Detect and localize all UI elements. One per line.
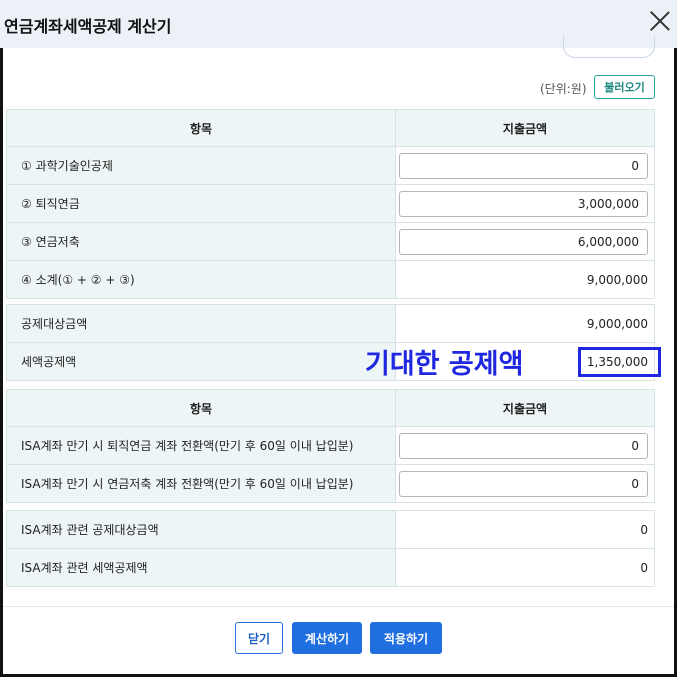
calculate-button[interactable]: 계산하기 [292, 622, 362, 654]
row-label-science-tech: ① 과학기술인공제 [6, 146, 396, 185]
close-icon[interactable] [649, 10, 671, 32]
table-row: ① 과학기술인공제 [6, 146, 655, 185]
dialog-title: 연금계좌세액공제 계산기 [4, 17, 172, 36]
row-value-cell [395, 426, 655, 465]
table-header-row: 항목 지출금액 [6, 109, 655, 147]
column-header-item: 항목 [6, 109, 396, 147]
table-row: ④ 소계(① + ② + ③) 9,000,000 [6, 260, 655, 299]
contribution-table: 항목 지출금액 ① 과학기술인공제 ② 퇴직연금 ③ 연금저축 ④ 소계(① +… [6, 109, 655, 299]
footer-divider [3, 606, 674, 607]
row-value-cell [395, 464, 655, 503]
isa-deductible-amount-value: 0 [395, 510, 655, 549]
table-row: ③ 연금저축 [6, 222, 655, 261]
annotation-expected-deduction: 기대한 공제액 [365, 349, 524, 380]
column-header-item: 항목 [6, 389, 396, 427]
table-row: ISA계좌 만기 시 연금저축 계좌 전환액(만기 후 60일 이내 납입분) [6, 464, 655, 503]
science-tech-amount-input[interactable] [399, 152, 648, 179]
pension-savings-amount-input[interactable] [399, 228, 648, 255]
row-label-isa-deductible-amount: ISA계좌 관련 공제대상금액 [6, 510, 396, 549]
table-row: 공제대상금액 9,000,000 [6, 304, 655, 343]
unit-label: (단위:원) [540, 82, 587, 96]
row-label-deductible-amount: 공제대상금액 [6, 304, 396, 343]
isa-retirement-transfer-input[interactable] [399, 432, 648, 459]
table-row: ISA계좌 만기 시 퇴직연금 계좌 전환액(만기 후 60일 이내 납입분) [6, 426, 655, 465]
load-button[interactable]: 불러오기 [594, 75, 655, 99]
isa-tax-credit-value: 0 [395, 548, 655, 587]
retirement-pension-amount-input[interactable] [399, 190, 648, 217]
row-label-pension-savings: ③ 연금저축 [6, 222, 396, 261]
row-value-cell [395, 222, 655, 261]
row-value-cell [395, 146, 655, 185]
table-header-row: 항목 지출금액 [6, 389, 655, 427]
annotation-highlight-box [578, 347, 661, 377]
row-label-subtotal: ④ 소계(① + ② + ③) [6, 260, 396, 299]
row-label-isa-pension-transfer: ISA계좌 만기 시 연금저축 계좌 전환액(만기 후 60일 이내 납입분) [6, 464, 396, 503]
apply-button[interactable]: 적용하기 [370, 622, 442, 654]
isa-summary-table: ISA계좌 관련 공제대상금액 0 ISA계좌 관련 세액공제액 0 [6, 510, 655, 587]
row-label-isa-retirement-transfer: ISA계좌 만기 시 퇴직연금 계좌 전환액(만기 후 60일 이내 납입분) [6, 426, 396, 465]
row-label-retirement-pension: ② 퇴직연금 [6, 184, 396, 223]
row-value-cell [395, 184, 655, 223]
scrolled-button-edge [563, 36, 655, 58]
table-row: ISA계좌 관련 세액공제액 0 [6, 548, 655, 587]
isa-pension-transfer-input[interactable] [399, 470, 648, 497]
table-row: ② 퇴직연금 [6, 184, 655, 223]
subtotal-value: 9,000,000 [395, 260, 655, 299]
column-header-amount: 지출금액 [395, 389, 655, 427]
row-label-isa-tax-credit: ISA계좌 관련 세액공제액 [6, 548, 396, 587]
close-button[interactable]: 닫기 [235, 622, 283, 654]
table-row: ISA계좌 관련 공제대상금액 0 [6, 510, 655, 549]
deductible-amount-value: 9,000,000 [395, 304, 655, 343]
isa-transfer-table: 항목 지출금액 ISA계좌 만기 시 퇴직연금 계좌 전환액(만기 후 60일 … [6, 389, 655, 503]
deduction-summary-table: 공제대상금액 9,000,000 세액공제액 1,350,000 [6, 304, 655, 381]
table-row: 세액공제액 1,350,000 [6, 342, 655, 381]
row-label-tax-credit: 세액공제액 [6, 342, 396, 381]
column-header-amount: 지출금액 [395, 109, 655, 147]
